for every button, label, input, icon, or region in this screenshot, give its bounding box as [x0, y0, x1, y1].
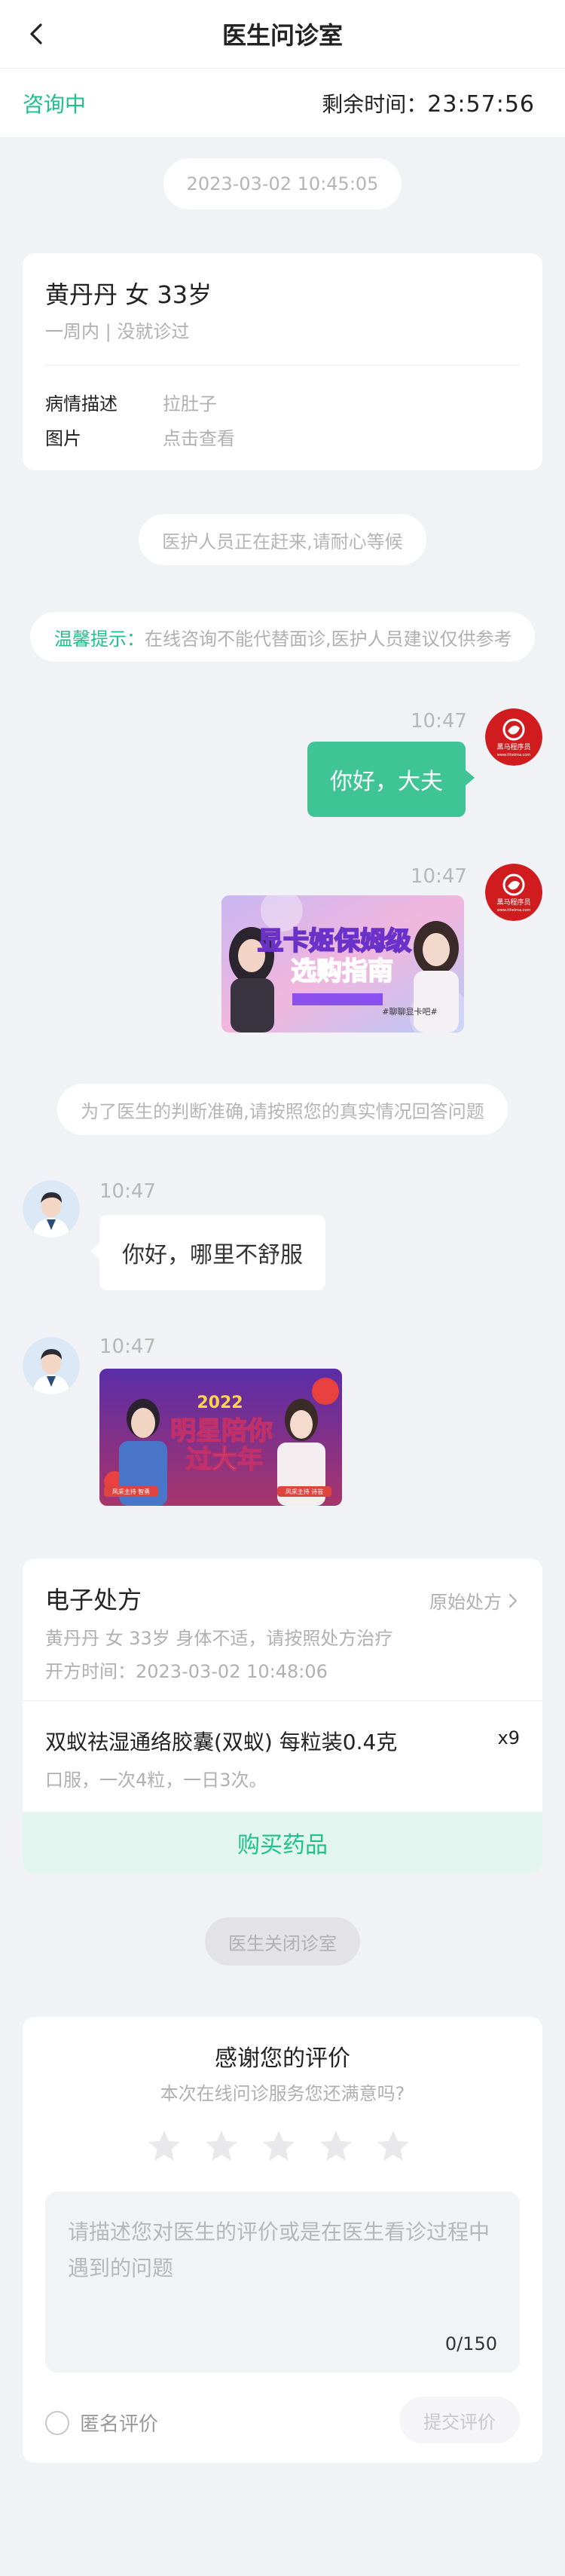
comment-box: 0/150: [45, 2192, 520, 2373]
date-stamp: 2023-03-02 10:45:05: [163, 158, 402, 210]
system-message-answer-truthfully: 为了医生的判断准确,请按照您的真实情况回答问题: [57, 1084, 508, 1135]
patient-name: 黄丹丹 女 33岁: [45, 280, 212, 309]
rating-subtitle: 本次在线问诊服务您还满意吗?: [160, 2083, 405, 2104]
star-rating: [146, 2128, 411, 2165]
graphics-card-banner-image: 显卡姬保姆级 选购指南 #聊聊显卡吧#: [221, 895, 464, 1033]
drug-usage: 口服，一次4粒，一日3次。: [45, 1770, 267, 1791]
avatar-badge-subtext: www.itheima.com: [497, 753, 531, 757]
banner-title-line-1: 明星陪你: [170, 1416, 273, 1446]
rating-title: 感谢您的评价: [215, 2045, 350, 2072]
prescription-issued-time: 开方时间：2023-03-02 10:48:06: [45, 1661, 328, 1682]
images-label: 图片: [45, 428, 81, 449]
condition-value: 拉肚子: [163, 393, 217, 415]
chevron-right-icon: [508, 1593, 518, 1608]
prescription-title: 电子处方: [45, 1586, 142, 1614]
buy-medicine-button[interactable]: 购买药品: [23, 1812, 542, 1874]
avatar-badge-text: 黑马程序员: [496, 898, 530, 907]
banner-caption: #聊聊显卡吧#: [382, 1006, 437, 1017]
avatar-badge-subtext: www.itheima.com: [497, 908, 531, 913]
consult-closed-notice: 医生关闭诊室: [205, 1917, 360, 1966]
doctor-avatar[interactable]: [23, 1180, 80, 1238]
heima-logo-icon: 黑马程序员 www.itheima.com: [485, 708, 542, 766]
user-message-bubble: 你好，大夫: [307, 742, 475, 817]
condition-row: 病情描述 拉肚子: [45, 389, 217, 415]
tip-label: 温馨提示：: [54, 628, 145, 650]
system-message-waiting: 医护人员正在赶来,请耐心等候: [139, 514, 426, 565]
radio-unchecked-icon[interactable]: [45, 2410, 69, 2435]
patient-info-card: 黄丹丹 女 33岁 一周内 | 没就诊过 病情描述 拉肚子 图片 点击查看: [23, 253, 542, 470]
drug-name: 双蚁祛湿通络胶囊(双蚁) 每粒装0.4克: [45, 1730, 398, 1755]
prescription-patient-line: 黄丹丹 女 33岁 身体不适，请按照处方治疗: [45, 1628, 393, 1649]
star-icon[interactable]: [203, 2128, 240, 2165]
message-time: 10:47: [411, 710, 467, 733]
view-images-link[interactable]: 点击查看: [163, 428, 235, 449]
condition-label: 病情描述: [45, 393, 118, 415]
user-avatar[interactable]: 黑马程序员 www.itheima.com: [485, 708, 542, 766]
tip-text: 在线咨询不能代替面诊,医护人员建议仅供参考: [145, 628, 512, 650]
divider: [23, 1700, 542, 1701]
drug-quantity: x9: [497, 1727, 520, 1748]
banner-title-line-2: 过大年: [186, 1445, 263, 1475]
star-icon[interactable]: [146, 2128, 182, 2165]
remaining-time-value: 23:57:56: [427, 90, 535, 118]
star-icon[interactable]: [261, 2128, 297, 2165]
consult-status-bar: 咨询中 剩余时间：23:57:56: [0, 68, 565, 137]
banner-year: 2022: [197, 1394, 243, 1412]
back-arrow-icon[interactable]: [23, 19, 53, 49]
divider: [45, 365, 520, 366]
remaining-time-label: 剩余时间：: [322, 91, 428, 117]
comment-input[interactable]: [45, 2192, 520, 2335]
star-icon[interactable]: [318, 2128, 354, 2165]
user-image-message[interactable]: 显卡姬保姆级 选购指南 #聊聊显卡吧#: [221, 895, 464, 1033]
star-icon[interactable]: [375, 2128, 411, 2165]
remaining-time: 剩余时间：23:57:56: [322, 88, 535, 118]
doctor-message-bubble: 你好，哪里不舒服: [90, 1215, 325, 1290]
banner-host-right: 风采主持 诗芸: [286, 1488, 324, 1495]
comment-char-counter: 0/150: [444, 2333, 497, 2354]
doctor-avatar[interactable]: [23, 1337, 80, 1394]
banner-title-line-1: 显卡姬保姆级: [258, 926, 411, 956]
patient-illness-duration: 一周内 | 没就诊过: [45, 321, 190, 342]
anonymous-toggle[interactable]: 匿名评价: [45, 2409, 158, 2437]
message-time: 10:47: [411, 865, 467, 888]
submit-rating-button[interactable]: 提交评价: [399, 2397, 520, 2443]
nav-bar: 医生问诊室: [0, 0, 565, 68]
original-prescription-link[interactable]: 原始处方: [429, 1587, 518, 1614]
warm-tip-bar: 温馨提示： 在线咨询不能代替面诊,医护人员建议仅供参考: [30, 612, 535, 662]
original-prescription-label: 原始处方: [429, 1592, 502, 1613]
message-time: 10:47: [99, 1335, 156, 1358]
consult-status: 咨询中: [23, 91, 87, 117]
banner-title-line-2: 选购指南: [291, 956, 393, 987]
avatar-badge-text: 黑马程序员: [496, 742, 530, 751]
rating-card: 感谢您的评价 本次在线问诊服务您还满意吗? 0/150 匿名评价 提交评价: [23, 2017, 542, 2463]
message-time: 10:47: [99, 1180, 156, 1203]
page-title: 医生问诊室: [221, 21, 343, 50]
heima-logo-icon: 黑马程序员 www.itheima.com: [485, 864, 542, 921]
images-row: 图片 点击查看: [45, 424, 235, 450]
anonymous-label: 匿名评价: [80, 2413, 159, 2436]
doctor-avatar-icon: [23, 1180, 80, 1238]
banner-host-left: 风采主持 智勇: [112, 1488, 151, 1495]
user-avatar[interactable]: 黑马程序员 www.itheima.com: [485, 864, 542, 921]
doctor-avatar-icon: [23, 1337, 80, 1394]
doctor-image-message[interactable]: 2022 明星陪你 过大年 风采主持 智勇 风采主持 诗芸: [99, 1369, 342, 1506]
new-year-banner-image: 2022 明星陪你 过大年 风采主持 智勇 风采主持 诗芸: [99, 1369, 342, 1506]
prescription-card: 电子处方 原始处方 黄丹丹 女 33岁 身体不适，请按照处方治疗 开方时间：20…: [23, 1559, 542, 1874]
